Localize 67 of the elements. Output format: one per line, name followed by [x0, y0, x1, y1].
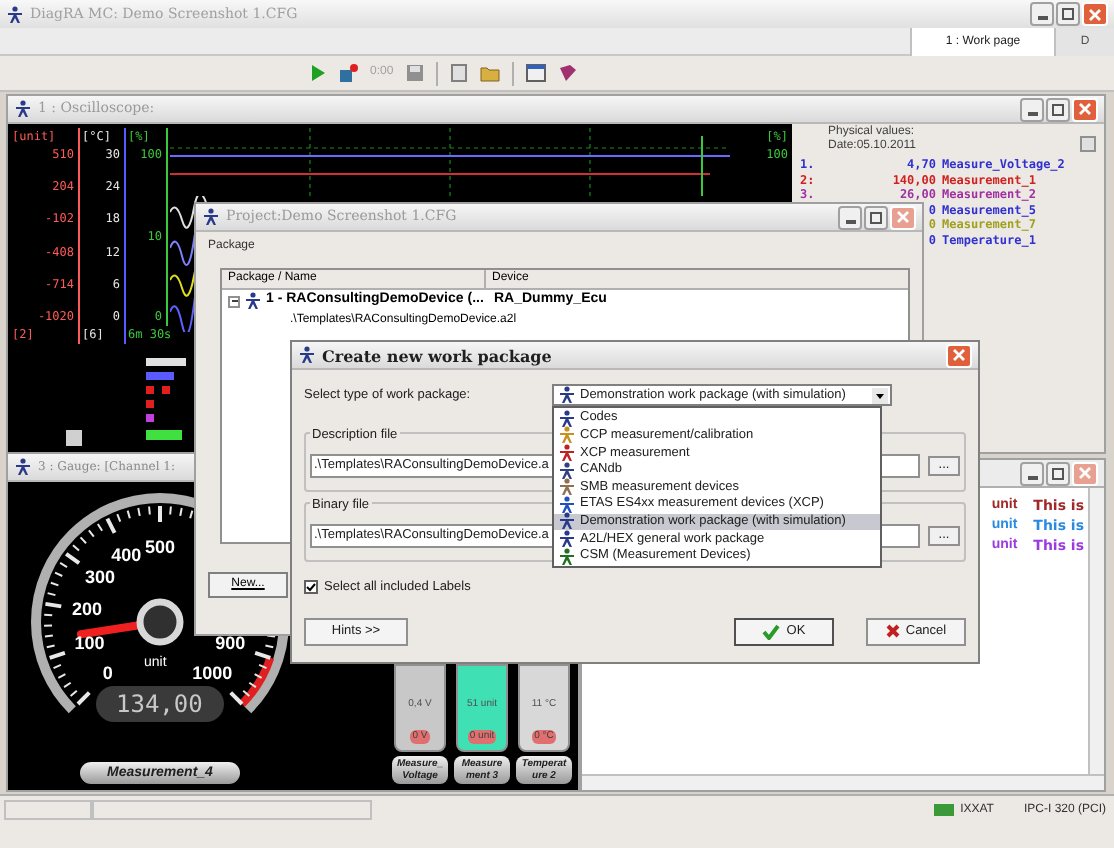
minimize-icon	[1027, 111, 1037, 115]
play-icon[interactable]	[310, 64, 326, 82]
figure-icon	[298, 346, 316, 364]
minimize-icon	[845, 219, 855, 223]
checkbox[interactable]	[304, 580, 318, 595]
minimize-button[interactable]	[1030, 2, 1054, 26]
checkmark-icon	[762, 623, 781, 640]
dial-number: 100	[74, 635, 105, 654]
figure-icon	[202, 208, 220, 226]
figure-icon	[558, 386, 576, 404]
dial-number: 300	[85, 569, 116, 588]
dial-number: 0	[102, 665, 113, 684]
caret-icon	[872, 387, 888, 403]
close-icon	[1078, 466, 1092, 480]
status-cell	[4, 800, 92, 820]
maximize-icon	[1052, 467, 1064, 479]
maximize-button[interactable]	[1046, 461, 1070, 485]
minimize-icon	[1037, 16, 1047, 20]
figure-icon	[558, 529, 576, 548]
x-icon	[885, 624, 900, 639]
figure-icon	[14, 100, 32, 118]
close-icon	[896, 210, 910, 224]
digital-readout: 134,00	[116, 692, 203, 716]
figure-icon	[558, 409, 576, 428]
minimize-button[interactable]	[1020, 97, 1044, 121]
maximize-icon	[870, 211, 882, 223]
figure-icon	[558, 443, 576, 462]
close-icon	[1088, 7, 1102, 21]
figure-icon	[558, 547, 576, 566]
dial-number: 1000	[192, 665, 233, 684]
window-title: Create new work package	[322, 343, 552, 367]
minimize-button[interactable]	[838, 205, 862, 229]
dial-number: 400	[111, 547, 142, 566]
close-icon	[1078, 102, 1092, 116]
record-icon[interactable]	[338, 63, 358, 83]
figure-icon	[244, 292, 262, 310]
tree-toggle[interactable]	[228, 295, 240, 307]
check-icon	[306, 582, 316, 593]
figure-icon	[558, 478, 576, 497]
maximize-button[interactable]	[1046, 97, 1070, 121]
figure-icon	[558, 426, 576, 445]
horizontal-scrollbar[interactable]	[582, 774, 1104, 790]
window-icon[interactable]	[525, 64, 546, 82]
maximize-icon	[1052, 103, 1064, 115]
figure-icon	[14, 458, 32, 476]
maximize-button[interactable]	[864, 205, 888, 229]
figure-icon	[6, 5, 24, 23]
maximize-icon	[1062, 8, 1074, 20]
dial-number: 200	[71, 601, 102, 620]
panel-button[interactable]	[1080, 136, 1096, 152]
document-icon[interactable]	[449, 64, 468, 82]
minimize-button[interactable]	[1020, 461, 1044, 485]
maximize-button[interactable]	[1056, 2, 1080, 26]
close-button[interactable]	[1082, 2, 1108, 26]
close-button[interactable]	[946, 343, 972, 367]
legend-drawing	[142, 358, 190, 446]
figure-icon	[558, 495, 576, 514]
adapter-icon	[934, 804, 955, 816]
folder-icon[interactable]	[479, 64, 500, 82]
close-icon	[952, 348, 966, 362]
dial-number: 500	[144, 539, 176, 557]
minimize-icon	[1027, 475, 1037, 479]
dial-number: 900	[215, 635, 246, 654]
figure-icon	[558, 461, 576, 480]
close-button[interactable]	[1072, 97, 1098, 121]
figure-icon	[558, 512, 576, 531]
vertical-scrollbar[interactable]	[1088, 488, 1104, 774]
